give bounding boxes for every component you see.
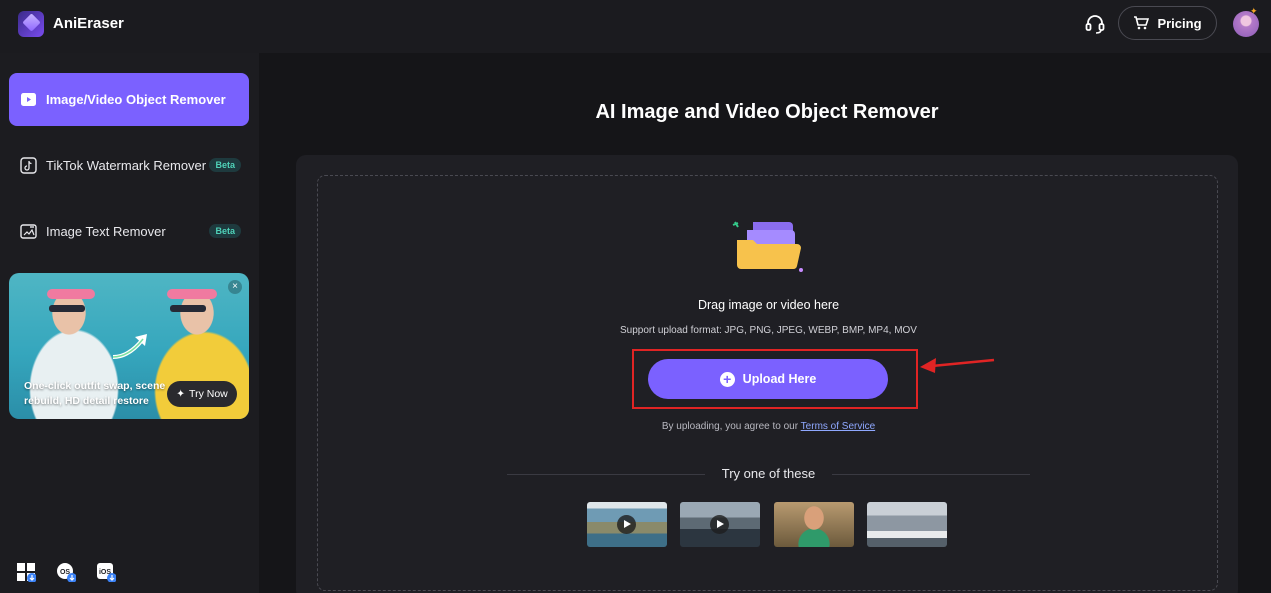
- sidebar-item-label: Image/Video Object Remover: [46, 92, 226, 107]
- top-bar: AniEraser Pricing ✦: [0, 0, 1271, 53]
- ios-icon[interactable]: iOS: [96, 562, 116, 582]
- format-text: Support upload format: JPG, PNG, JPEG, W…: [620, 325, 917, 336]
- sidebar-item-label: Image Text Remover: [46, 224, 166, 239]
- beta-badge: Beta: [209, 224, 241, 238]
- sample-thumbnail-volcano-video[interactable]: [680, 502, 760, 547]
- try-now-label: Try Now: [189, 388, 228, 400]
- transform-arrow-icon: [112, 334, 147, 359]
- pricing-label: Pricing: [1157, 15, 1202, 31]
- pricing-button[interactable]: Pricing: [1118, 6, 1217, 40]
- play-box-icon: [21, 93, 36, 106]
- plus-icon: +: [719, 371, 735, 387]
- page-title: AI Image and Video Object Remover: [595, 101, 939, 123]
- sparkle-icon: ✦: [176, 388, 186, 400]
- sunglasses-icon: [49, 305, 85, 312]
- promo-text: One-click outfit swap, scene rebuild, HD…: [24, 380, 166, 407]
- terms-of-service-link[interactable]: Terms of Service: [801, 421, 875, 432]
- headset-icon[interactable]: [1083, 12, 1107, 36]
- logo-icon[interactable]: [18, 11, 44, 37]
- sidebar-item-tiktok-watermark-remover[interactable]: TikTok Watermark Remover Beta: [9, 139, 249, 192]
- sample-thumbnail-woman-image[interactable]: [774, 502, 854, 547]
- app-title[interactable]: AniEraser: [53, 15, 124, 32]
- sidebar: Image/Video Object Remover TikTok Waterm…: [0, 53, 259, 593]
- mac-os-icon[interactable]: OS: [56, 562, 76, 582]
- divider-right: [832, 474, 1030, 475]
- sunglasses-icon: [170, 305, 206, 312]
- play-icon: [617, 515, 636, 534]
- image-text-icon: [20, 224, 37, 239]
- headband-icon: [47, 289, 95, 299]
- cart-icon: [1134, 16, 1150, 30]
- crown-icon: ✦: [1250, 6, 1258, 16]
- promo-banner[interactable]: × One-click outfit swap, scene rebuild, …: [9, 273, 249, 419]
- agreement-prefix: By uploading, you agree to our: [661, 421, 799, 432]
- agreement-text: By uploading, you agree to our Terms of …: [318, 421, 1219, 432]
- folder-icon: [732, 221, 803, 272]
- drag-text: Drag image or video here: [697, 298, 840, 312]
- try-now-button[interactable]: ✦ Try Now: [167, 381, 237, 407]
- play-icon: [710, 515, 729, 534]
- upload-button[interactable]: + Upload Here: [648, 359, 888, 399]
- sidebar-item-label: TikTok Watermark Remover: [46, 158, 207, 173]
- headband-icon: [167, 289, 217, 299]
- close-icon[interactable]: ×: [228, 280, 242, 294]
- tiktok-icon: [20, 157, 37, 174]
- beta-badge: Beta: [209, 158, 241, 172]
- try-samples-heading: Try one of these: [721, 466, 816, 481]
- drop-zone[interactable]: Drag image or video here Support upload …: [317, 175, 1218, 591]
- sidebar-item-image-video-object-remover[interactable]: Image/Video Object Remover: [9, 73, 249, 126]
- sidebar-item-image-text-remover[interactable]: Image Text Remover Beta: [9, 205, 249, 258]
- sample-thumbnail-street-image[interactable]: [867, 502, 947, 547]
- main-content: AI Image and Video Object Remover Drag i…: [259, 53, 1271, 593]
- upload-label: Upload Here: [742, 372, 817, 386]
- windows-icon[interactable]: [16, 562, 36, 582]
- upload-panel: Drag image or video here Support upload …: [296, 155, 1238, 593]
- sample-thumbnail-coastline-video[interactable]: [587, 502, 667, 547]
- annotation-arrow-icon: [920, 358, 995, 373]
